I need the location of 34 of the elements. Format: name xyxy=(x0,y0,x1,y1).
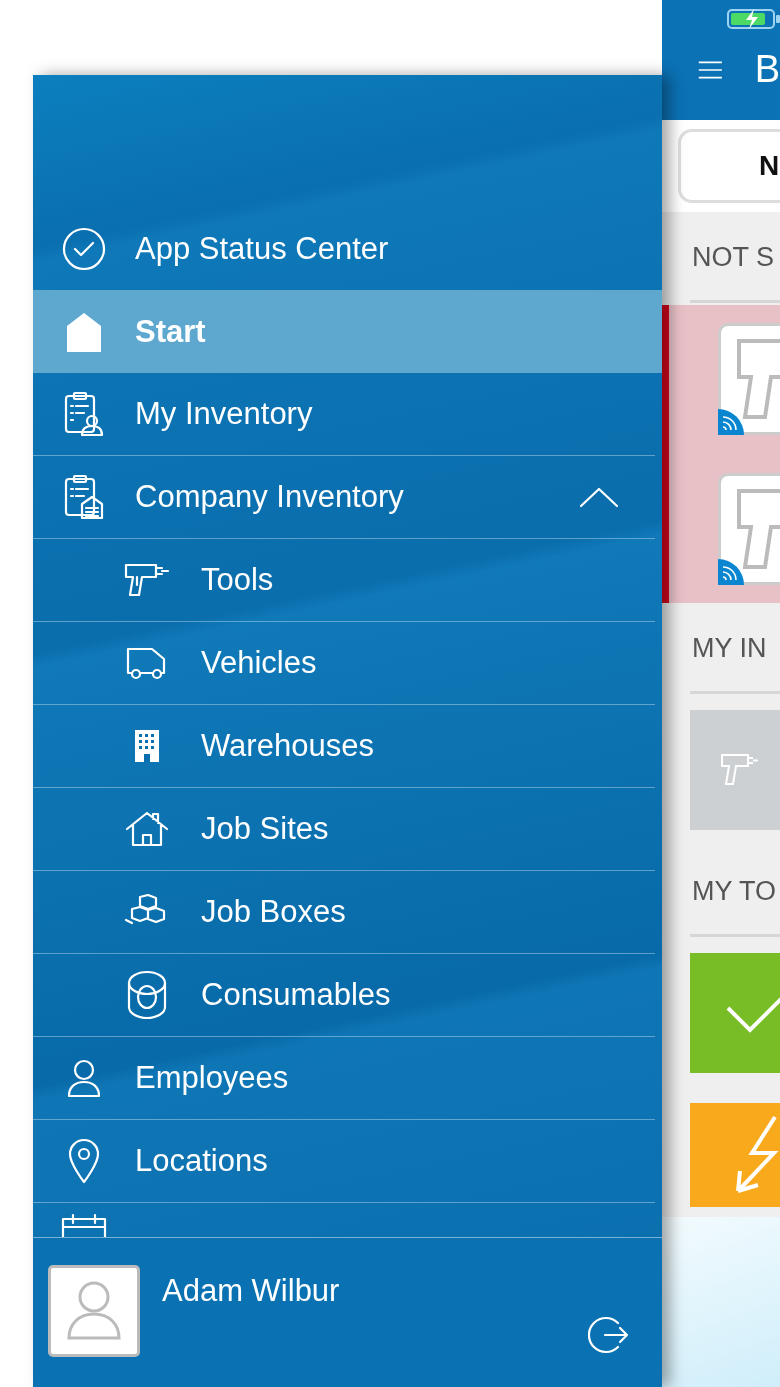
wireless-badge-icon xyxy=(718,409,744,435)
section-heading: MY IN xyxy=(691,632,768,665)
menu-item[interactable]: Vehicles xyxy=(33,622,655,705)
user-name: Adam Wilbur xyxy=(162,1273,341,1309)
check-circle-icon xyxy=(62,226,106,271)
logout-icon[interactable] xyxy=(588,1315,630,1355)
section-heading: MY TO xyxy=(691,875,778,908)
battery-charging-icon xyxy=(726,8,780,30)
menu-item[interactable]: Start xyxy=(33,290,662,373)
drill-icon xyxy=(720,752,760,788)
clipboard-person-icon xyxy=(64,391,104,437)
status-tile[interactable] xyxy=(690,953,780,1073)
menu-item[interactable]: Employees xyxy=(33,1037,655,1120)
clipboard-icon xyxy=(64,474,104,520)
location-pin-icon xyxy=(67,1138,101,1184)
menu-item[interactable]: My Inventory xyxy=(33,373,655,456)
menu-item[interactable]: Company Inventory xyxy=(33,456,655,539)
drill-icon xyxy=(124,562,170,598)
menu-item[interactable]: Job Boxes xyxy=(33,871,655,954)
section-heading: NOT S xyxy=(691,241,775,274)
tool-tile[interactable] xyxy=(690,710,780,830)
menu-item[interactable]: Warehouses xyxy=(33,705,655,788)
person-icon xyxy=(66,1058,102,1098)
screen-title: B xyxy=(754,48,780,91)
menu-item[interactable]: Consumables xyxy=(33,954,655,1037)
segment-tab[interactable]: N xyxy=(678,129,780,203)
status-tile[interactable] xyxy=(690,1103,780,1207)
wireless-badge-icon xyxy=(718,559,744,585)
tape-roll-icon xyxy=(125,969,169,1021)
menu-item[interactable]: App Status Center xyxy=(33,207,655,290)
menu-item[interactable]: Tools xyxy=(33,539,655,622)
menu-item[interactable]: Job Sites xyxy=(33,788,655,871)
house-icon xyxy=(125,811,169,847)
menu-item[interactable]: Locations xyxy=(33,1120,655,1203)
